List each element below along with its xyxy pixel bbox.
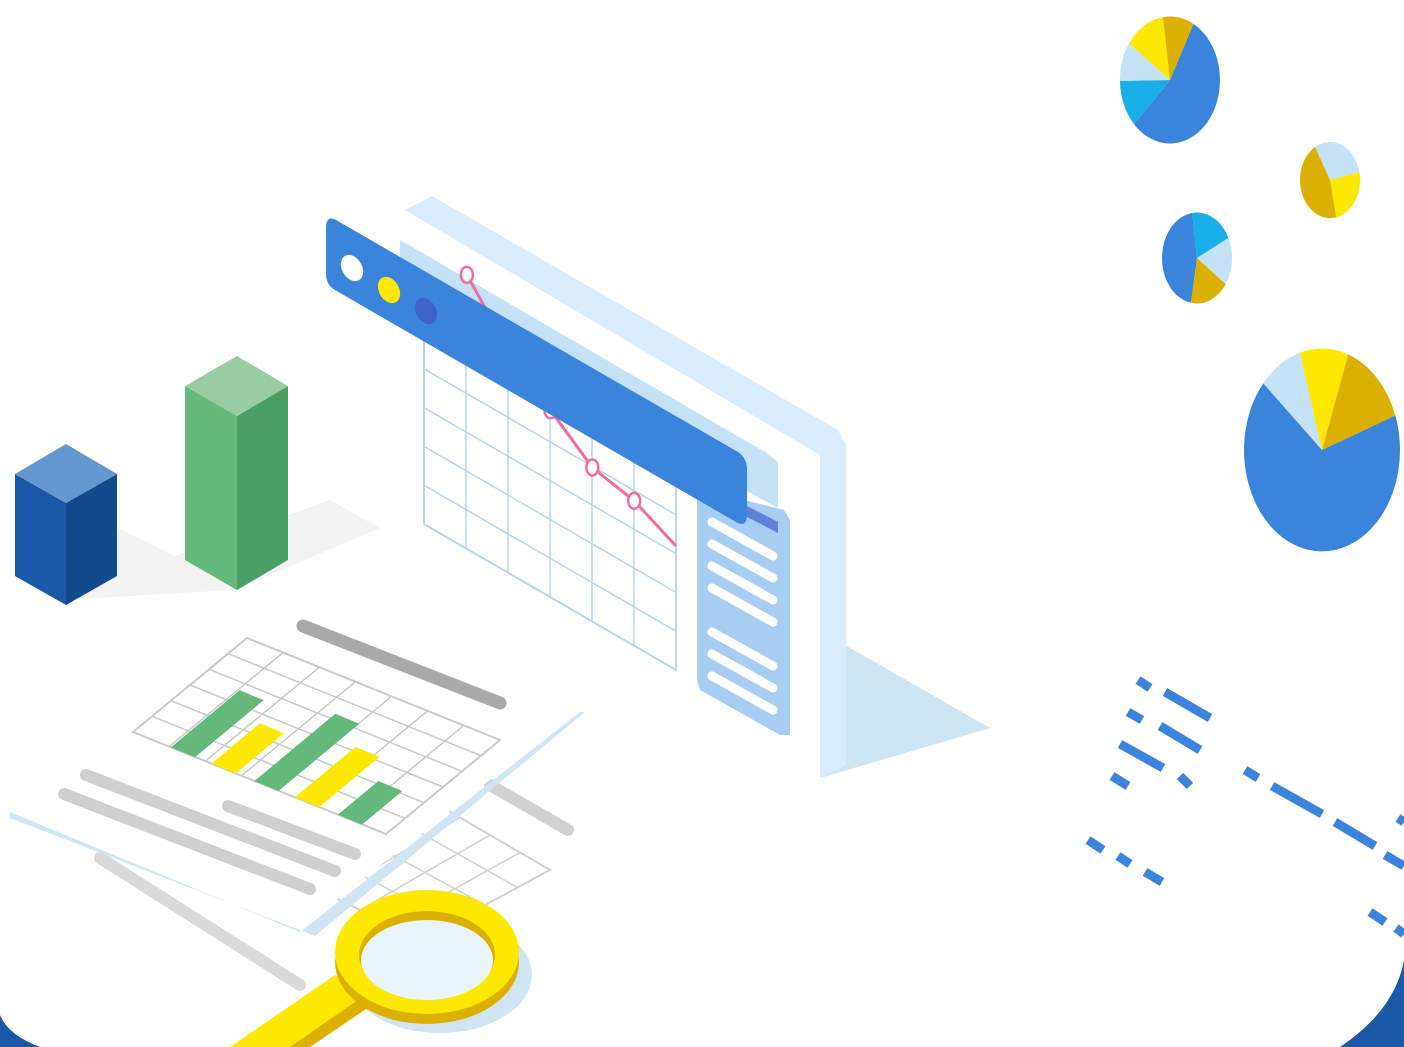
- trend-point: [626, 491, 642, 511]
- dash-pattern-icon: [1085, 676, 1404, 938]
- dash-segment: [1367, 908, 1388, 926]
- dash-segment: [1269, 782, 1325, 818]
- dash-segment: [1332, 818, 1378, 850]
- pie-chart-large: [1244, 348, 1400, 552]
- dash-segment: [1162, 688, 1213, 722]
- dash-segment: [1109, 772, 1131, 790]
- pie-chart-middle: [1162, 212, 1232, 304]
- dash-segment: [1142, 868, 1165, 886]
- isometric-analytics-illustration: [0, 16, 1404, 1047]
- dash-segment: [1393, 924, 1404, 938]
- trend-point: [459, 265, 475, 285]
- dash-segment: [1176, 772, 1194, 790]
- pie-charts: [1120, 16, 1400, 552]
- dash-segment: [1115, 852, 1133, 868]
- pie-chart-top: [1120, 16, 1220, 144]
- dash-segment: [1135, 676, 1153, 692]
- dash-segment: [1395, 814, 1404, 826]
- dash-segment: [1382, 851, 1404, 870]
- blue-column: [15, 444, 117, 605]
- pie-chart-small: [1300, 141, 1360, 219]
- window-sidebar-list: [697, 488, 790, 735]
- corner-blue-accent: [1340, 960, 1404, 1047]
- dash-segment: [1117, 740, 1166, 772]
- dash-segment: [1125, 708, 1145, 724]
- dash-segment: [1157, 722, 1203, 754]
- dash-segment: [1085, 836, 1106, 854]
- corner-blue-accent-left: [0, 1015, 40, 1047]
- pie-slice: [1162, 212, 1197, 303]
- dash-segment: [1242, 766, 1261, 782]
- trend-point: [585, 458, 600, 477]
- green-column: [185, 356, 288, 590]
